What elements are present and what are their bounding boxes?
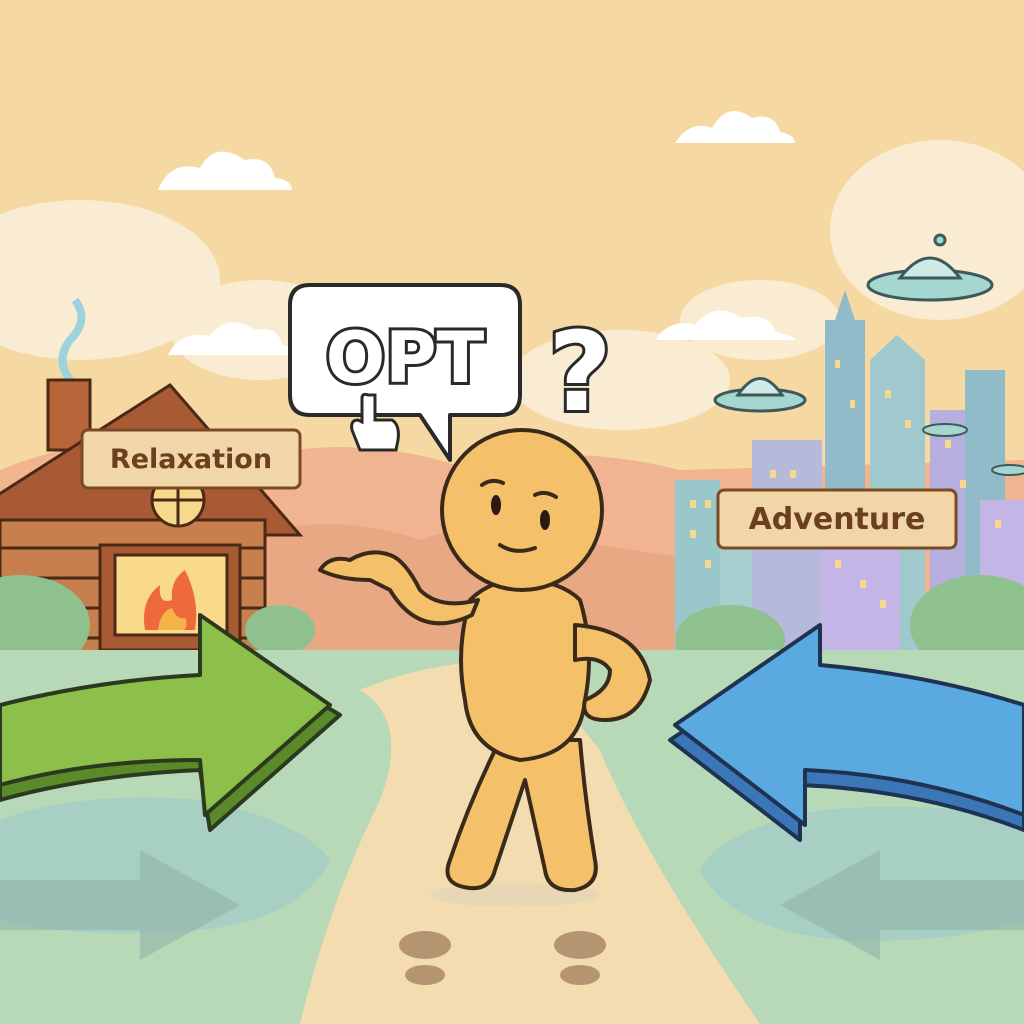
decision-scene: Relaxation Adventure OPT ? [0,0,1024,1024]
relaxation-sign: Relaxation [80,428,302,490]
adventure-sign-label: Adventure [749,502,926,537]
relaxation-sign-label: Relaxation [110,444,272,475]
speech-bubble-label: OPT [326,317,485,399]
question-mark: ? [548,308,612,436]
adventure-sign: Adventure [716,488,958,550]
